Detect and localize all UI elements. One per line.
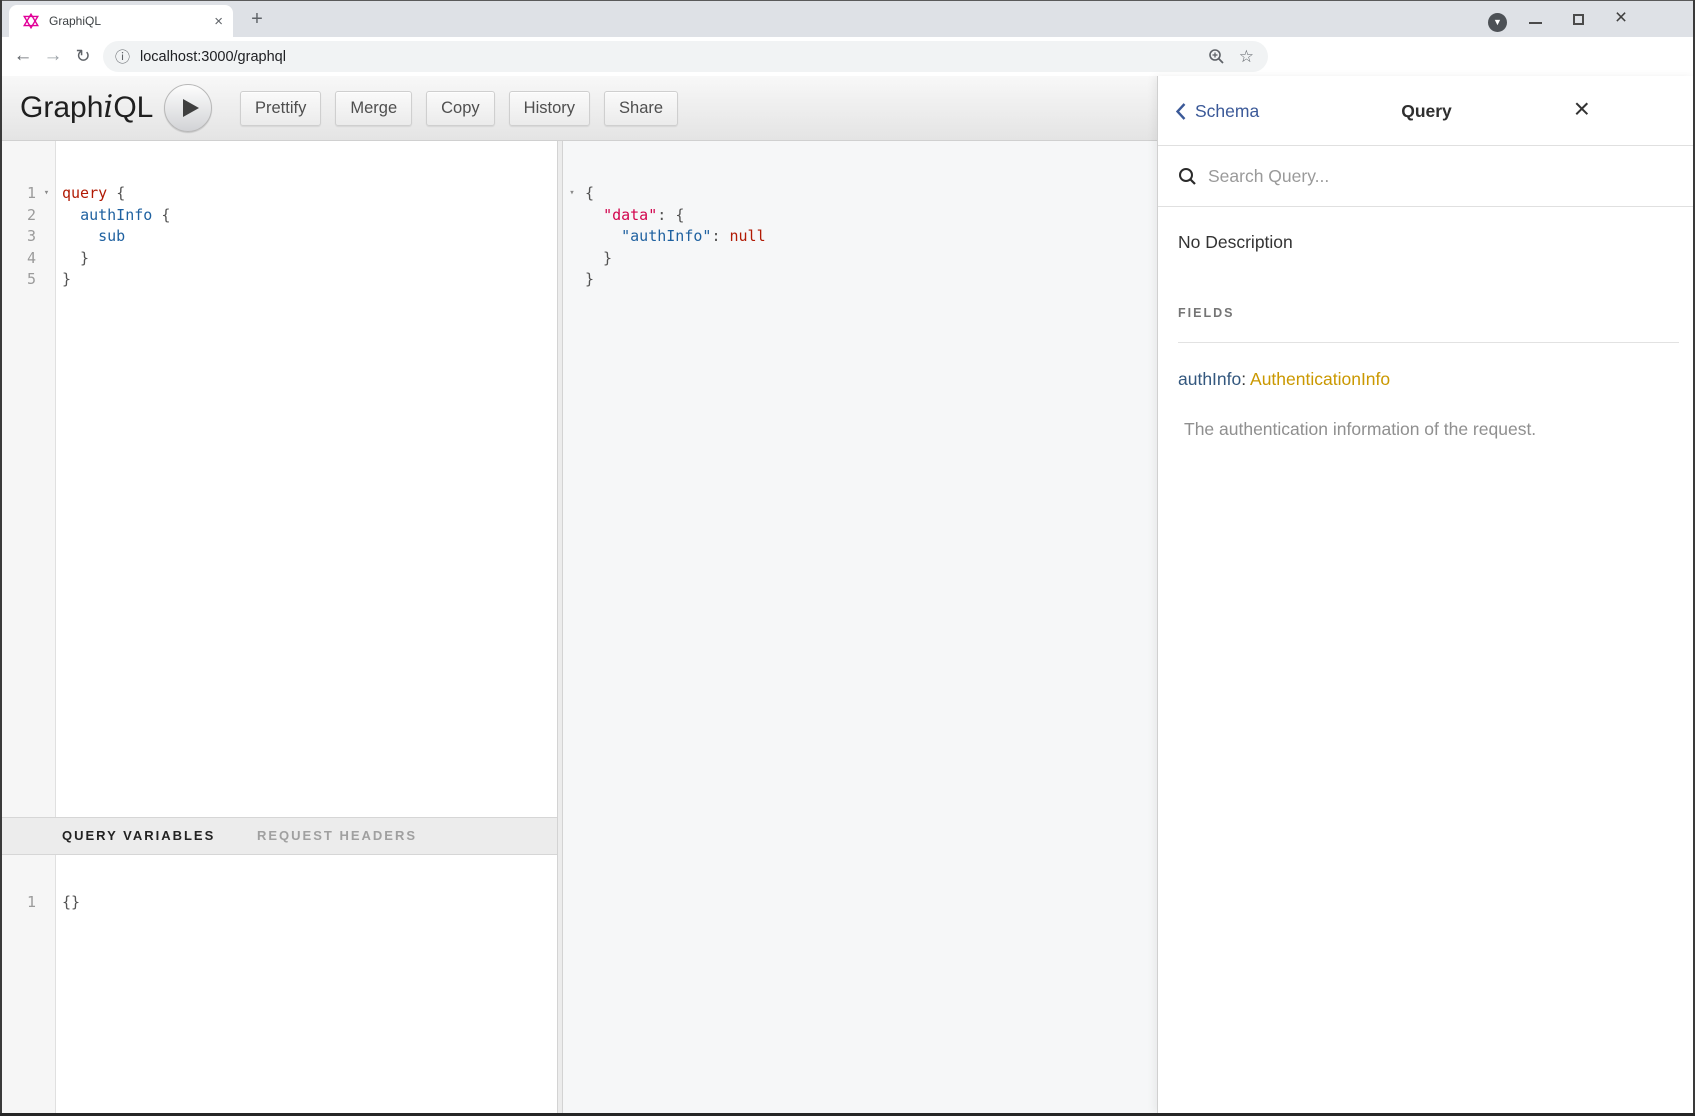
code-line: }	[563, 248, 1157, 270]
variables-editor[interactable]: 1{}	[0, 855, 557, 1113]
toolbar-buttons: Prettify Merge Copy History Share	[240, 91, 678, 126]
url-bar[interactable]: ⓘ localhost:3000/graphql ☆	[103, 41, 1268, 72]
execute-query-button[interactable]	[164, 84, 212, 132]
code-line: 5}	[0, 269, 557, 291]
tab-close-icon[interactable]: ×	[214, 14, 223, 29]
doc-search-bar[interactable]	[1158, 146, 1695, 207]
code-line: }	[563, 269, 1157, 291]
result-viewer[interactable]: ▾{ "data": { "authInfo": null }}	[563, 141, 1157, 1113]
window-border	[0, 0, 1695, 1]
graphiql-logo: GraphiQL	[20, 76, 153, 140]
fold-arrow-icon[interactable]: ▾	[36, 183, 57, 205]
tab-title: GraphiQL	[49, 14, 214, 28]
fields-heading: FIELDS	[1178, 306, 1234, 320]
prettify-button[interactable]: Prettify	[240, 91, 321, 126]
site-info-icon[interactable]: ⓘ	[115, 46, 130, 67]
variables-tabbar: QUERY VARIABLES REQUEST HEADERS	[0, 817, 557, 855]
minimize-button[interactable]	[1529, 22, 1542, 24]
chevron-down-icon[interactable]: ▼	[1488, 13, 1507, 32]
doc-close-icon[interactable]: ×	[1574, 76, 1590, 146]
play-icon	[183, 99, 199, 117]
code-line: "authInfo": null	[563, 226, 1157, 248]
copy-button[interactable]: Copy	[426, 91, 495, 126]
code-line: 3 sub	[0, 226, 557, 248]
code-line: "data": {	[563, 205, 1157, 227]
url-text[interactable]: localhost:3000/graphql	[140, 49, 1208, 65]
fold-arrow-icon[interactable]: ▾	[563, 183, 581, 205]
code-line: 1{}	[0, 892, 557, 914]
reload-icon[interactable]: ↻	[68, 37, 98, 76]
field-entry: authInfo: AuthenticationInfo	[1178, 369, 1390, 390]
tab-request-headers[interactable]: REQUEST HEADERS	[257, 818, 417, 854]
doc-explorer-panel: Schema Query × No Description FIELDS aut…	[1157, 76, 1695, 1113]
new-tab-button[interactable]: +	[243, 6, 271, 34]
maximize-button[interactable]	[1573, 14, 1584, 25]
browser-tab[interactable]: GraphiQL ×	[9, 5, 233, 37]
share-button[interactable]: Share	[604, 91, 678, 126]
code-line: ▾{	[563, 183, 1157, 205]
field-type-link[interactable]: AuthenticationInfo	[1250, 369, 1390, 389]
tab-query-variables[interactable]: QUERY VARIABLES	[62, 818, 215, 854]
forward-icon[interactable]: →	[38, 37, 68, 76]
query-editor[interactable]: 1▾query {2 authInfo {3 sub4 }5}	[0, 141, 557, 817]
window-close-button[interactable]: ×	[1609, 5, 1633, 31]
bookmark-star-icon[interactable]: ☆	[1239, 48, 1254, 65]
field-description: The authentication information of the re…	[1184, 419, 1665, 440]
search-icon	[1178, 167, 1197, 186]
history-button[interactable]: History	[509, 91, 590, 126]
code-line: 4 }	[0, 248, 557, 270]
browser-addressbar: ← → ↻ ⓘ localhost:3000/graphql ☆ P	[0, 37, 1695, 76]
doc-title: Query	[1158, 76, 1695, 146]
back-icon[interactable]: ←	[8, 37, 38, 76]
doc-search-input[interactable]	[1206, 165, 1610, 188]
code-line: 2 authInfo {	[0, 205, 557, 227]
field-name-link[interactable]: authInfo	[1178, 369, 1241, 389]
doc-explorer-header: Schema Query ×	[1158, 76, 1695, 146]
type-description: No Description	[1178, 232, 1293, 253]
zoom-in-icon[interactable]	[1208, 48, 1225, 65]
merge-button[interactable]: Merge	[335, 91, 412, 126]
window-border	[0, 0, 2, 1116]
code-line: 1▾query {	[0, 183, 557, 205]
browser-window: GraphiQL × + ▼ × ← → ↻ ⓘ localhost:3000/…	[0, 0, 1695, 1116]
browser-titlebar: GraphiQL × + ▼ ×	[0, 0, 1695, 37]
divider	[1178, 342, 1679, 343]
graphql-favicon-icon	[23, 13, 39, 29]
